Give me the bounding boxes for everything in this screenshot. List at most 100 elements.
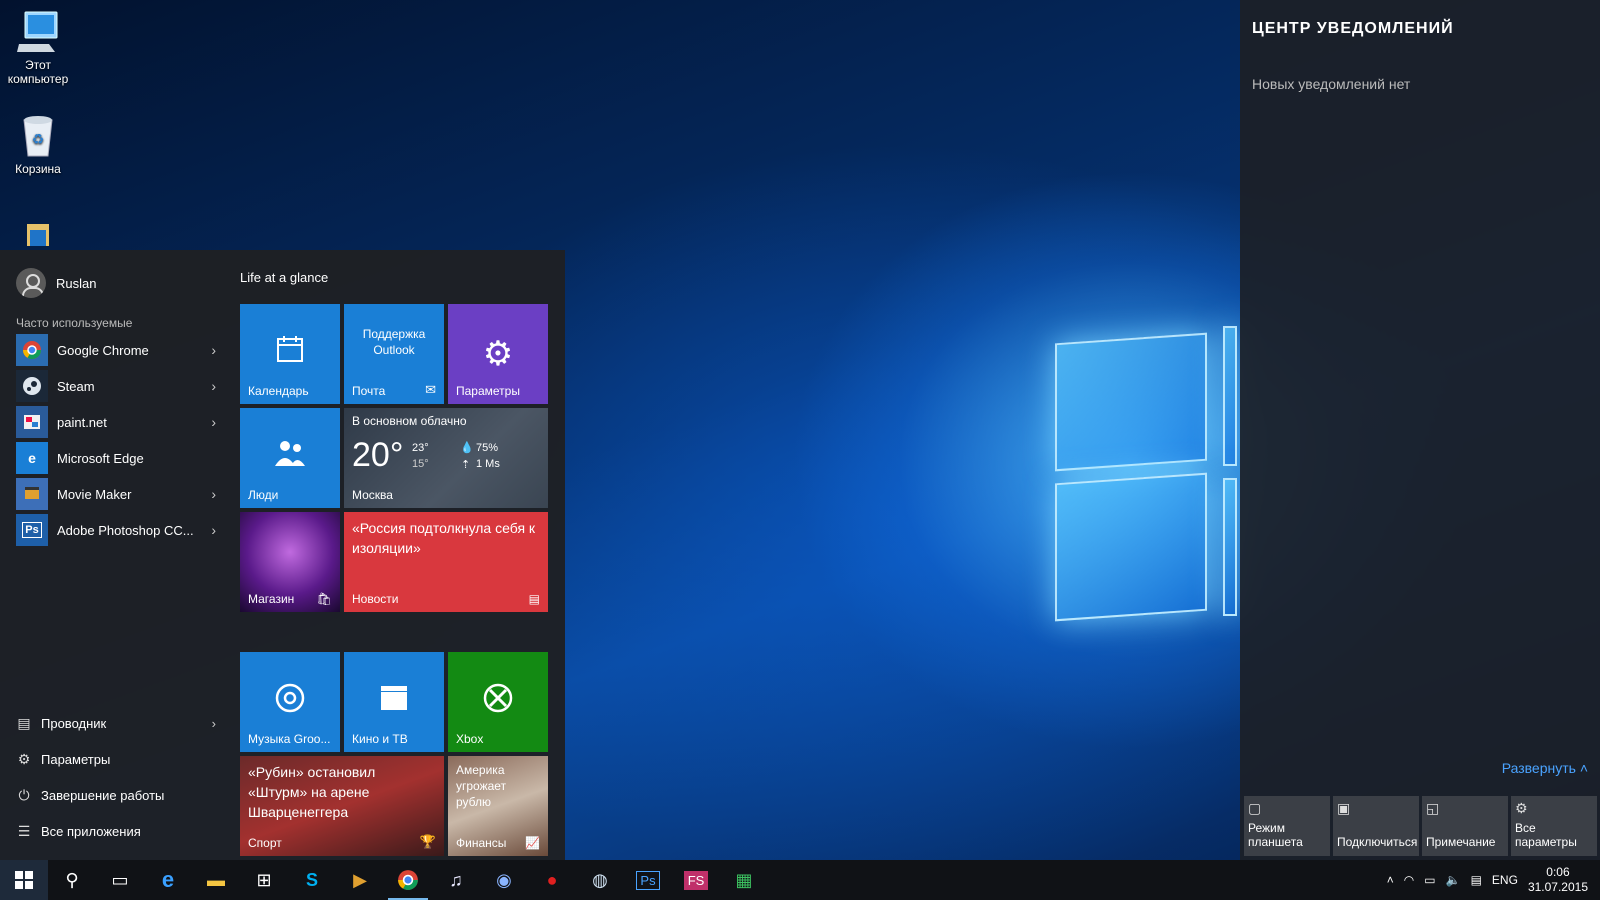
taskbar-chrome[interactable]	[384, 860, 432, 900]
note-icon: ◱	[1426, 800, 1440, 816]
settings-icon: ⚙	[1515, 800, 1528, 816]
svg-text:♻: ♻	[32, 132, 45, 148]
desktop-icon-partial[interactable]	[0, 222, 76, 250]
tiles-group-title: Life at a glance	[240, 270, 329, 285]
computer-icon	[17, 11, 58, 52]
tile-calendar[interactable]: Календарь	[240, 304, 340, 404]
movie-maker-icon	[16, 478, 48, 510]
chevron-right-icon[interactable]: ›	[211, 414, 216, 430]
app-google-chrome[interactable]: Google Chrome ›	[16, 332, 216, 368]
chevron-right-icon[interactable]: ›	[211, 522, 216, 538]
frequent-apps-list: Google Chrome › Steam › paint.net › e Mi…	[16, 332, 216, 548]
all-apps-icon: ☰	[17, 822, 31, 839]
tile-news[interactable]: «Россия подтолкнула себя к изоляции» Нов…	[344, 512, 548, 612]
taskbar-app-eye[interactable]: ◉	[480, 860, 528, 900]
taskbar-photoshop[interactable]: Ps	[624, 860, 672, 900]
volume-icon[interactable]: 🔈	[1446, 873, 1461, 887]
taskbar-media[interactable]: ▶	[336, 860, 384, 900]
news-headline: «Россия подтолкнула себя к изоляции»	[352, 520, 536, 556]
steam-icon	[16, 370, 48, 402]
quick-action-all-settings[interactable]: ⚙ Все параметры	[1511, 796, 1597, 856]
user-avatar-icon	[16, 268, 46, 298]
tile-xbox[interactable]: Xbox	[448, 652, 548, 752]
expand-link[interactable]: Развернуть ˄	[1502, 760, 1588, 776]
weather-low: 15°	[412, 458, 429, 470]
app-microsoft-edge[interactable]: e Microsoft Edge	[16, 440, 216, 476]
tile-store[interactable]: Магазин 🛍	[240, 512, 340, 612]
user-name: Ruslan	[56, 275, 97, 291]
store-bag-icon: 🛍	[316, 592, 332, 606]
taskbar-explorer[interactable]: ▬	[192, 860, 240, 900]
search-icon: ⚲	[65, 869, 79, 890]
app-adobe-photoshop[interactable]: Ps Adobe Photoshop CC... ›	[16, 512, 216, 548]
app-steam[interactable]: Steam ›	[16, 368, 216, 404]
chevron-up-icon: ˄	[1579, 760, 1588, 776]
taskbar-skype[interactable]: S	[288, 860, 336, 900]
chevron-right-icon[interactable]: ›	[212, 716, 216, 731]
gear-icon: ⚙	[482, 335, 514, 373]
settings-item[interactable]: ⚙ Параметры	[16, 741, 216, 777]
xbox-icon	[448, 682, 548, 723]
tile-people[interactable]: Люди	[240, 408, 340, 508]
finance-headline: Америка угрожает рублю	[456, 763, 507, 809]
taskbar-fs[interactable]: FS	[672, 860, 720, 900]
tile-movies-tv[interactable]: Кино и ТВ	[344, 652, 444, 752]
chevron-right-icon[interactable]: ›	[211, 486, 216, 502]
quick-action-note[interactable]: ◱ Примечание	[1422, 796, 1508, 856]
chevron-up-icon[interactable]: ˄	[1387, 873, 1394, 887]
quick-action-connect[interactable]: ▣ Подключиться	[1333, 796, 1419, 856]
fs-app-icon: FS	[683, 870, 709, 890]
clock-date: 31.07.2015	[1527, 880, 1588, 894]
steam-icon: ◍	[592, 869, 608, 890]
tile-finance[interactable]: Америка угрожает рублю Финансы 📈	[448, 756, 548, 856]
chrome-icon	[398, 870, 418, 890]
taskbar-itunes[interactable]: ♫	[432, 860, 480, 900]
wifi-icon[interactable]: ◠	[1404, 873, 1414, 887]
start-button[interactable]	[0, 860, 48, 900]
taskbar-recorder[interactable]: ●	[528, 860, 576, 900]
desktop-icon-recycle-bin[interactable]: ♻ Корзина	[0, 112, 76, 176]
start-menu: Ruslan Часто используемые Google Chrome …	[0, 250, 565, 860]
app-movie-maker[interactable]: Movie Maker ›	[16, 476, 216, 512]
taskbar-edge[interactable]: e	[144, 860, 192, 900]
chevron-right-icon[interactable]: ›	[211, 378, 216, 394]
quick-action-tablet-mode[interactable]: ▢ Режим планшета	[1244, 796, 1330, 856]
battery-icon[interactable]: ▭	[1424, 873, 1435, 887]
start-bottom-list: ▤ Проводник › ⚙ Параметры ⏻ Завершение р…	[16, 705, 216, 849]
no-notifications-text: Новых уведомлений нет	[1252, 76, 1411, 92]
tile-sport[interactable]: «Рубин» остановил «Штурм» на арене Шварц…	[240, 756, 444, 856]
user-account[interactable]: Ruslan	[16, 268, 96, 298]
weather-high: 23°	[412, 442, 429, 454]
taskbar-store[interactable]: ⊞	[240, 860, 288, 900]
desktop-icon-this-pc[interactable]: Этот компьютер	[0, 10, 76, 86]
taskbar-sheets[interactable]: ▦	[720, 860, 768, 900]
clock-time: 0:06	[1546, 865, 1570, 879]
groove-icon	[240, 682, 340, 723]
tile-groove-music[interactable]: Музыка Groo...	[240, 652, 340, 752]
taskbar: ⚲ ▭ e ▬ ⊞ S ▶ ♫ ◉ ● ◍ Ps FS ▦ ˄ ◠ ▭ 🔈 ▤ …	[0, 860, 1600, 900]
explorer-icon: ▤	[17, 714, 31, 731]
task-view-button[interactable]: ▭	[96, 860, 144, 900]
folder-icon: ▬	[207, 869, 225, 890]
all-apps-item[interactable]: ☰ Все приложения	[16, 813, 216, 849]
action-center-icon[interactable]: ▤	[1471, 873, 1482, 887]
chevron-right-icon[interactable]: ›	[211, 342, 216, 358]
tile-weather[interactable]: В основном облачно 20° 23° 15° 💧 75% ⇡ 1…	[344, 408, 548, 508]
record-icon: ●	[546, 869, 558, 890]
wind-icon: ⇡	[461, 459, 471, 471]
photoshop-icon: Ps	[636, 870, 660, 890]
explorer-item[interactable]: ▤ Проводник ›	[16, 705, 216, 741]
power-icon: ⏻	[18, 786, 30, 803]
media-player-icon: ▶	[353, 869, 367, 890]
app-paint-net[interactable]: paint.net ›	[16, 404, 216, 440]
frequent-title: Часто используемые	[16, 316, 133, 330]
power-item[interactable]: ⏻ Завершение работы	[16, 777, 216, 813]
clock[interactable]: 0:06 31.07.2015	[1528, 865, 1588, 895]
tile-settings[interactable]: ⚙ Параметры	[448, 304, 548, 404]
search-button[interactable]: ⚲	[48, 860, 96, 900]
taskbar-steam[interactable]: ◍	[576, 860, 624, 900]
language-indicator[interactable]: ENG	[1492, 873, 1518, 887]
calendar-icon	[240, 334, 340, 373]
skype-icon: S	[305, 869, 318, 890]
tile-mail[interactable]: Поддержка Outlook Почта ✉	[344, 304, 444, 404]
